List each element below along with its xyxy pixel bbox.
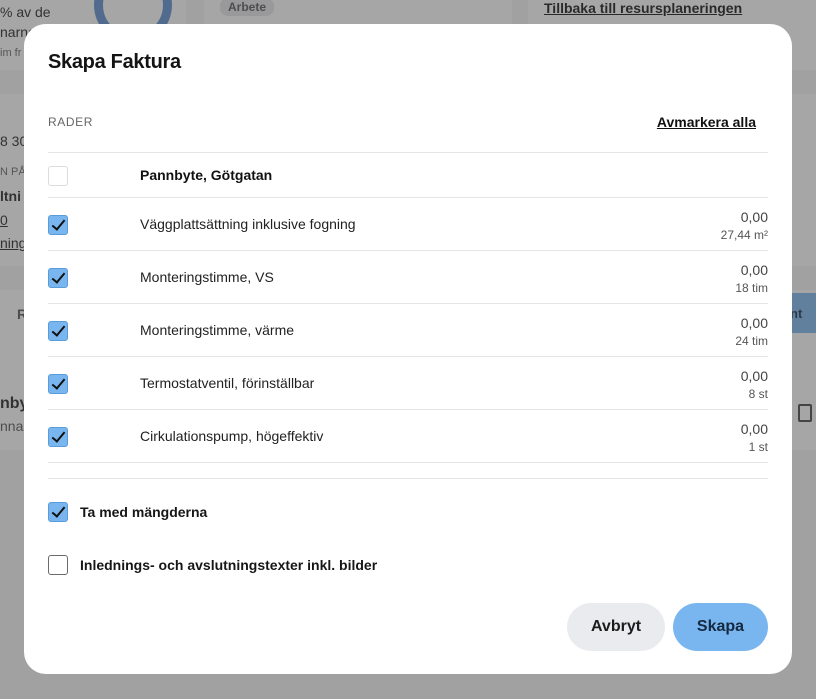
rows-section-label: RADER xyxy=(48,115,94,129)
row-label: Monteringstimme, VS xyxy=(140,269,274,285)
invoice-row[interactable]: Cirkulationspump, högeffektiv 0,00 1 st xyxy=(48,410,768,463)
dialog-title: Skapa Faktura xyxy=(48,51,181,73)
include-quantities-label: Ta med mängderna xyxy=(80,504,208,520)
invoice-row[interactable]: Väggplattsättning inklusive fogning 0,00… xyxy=(48,198,768,251)
row-quantity: 18 tim xyxy=(735,281,768,295)
invoice-row[interactable]: Termostatventil, förinställbar 0,00 8 st xyxy=(48,357,768,410)
row-amount: 0,00 xyxy=(740,368,768,384)
options-divider xyxy=(48,478,768,479)
cancel-button[interactable]: Avbryt xyxy=(567,603,665,651)
row-amount: 0,00 xyxy=(740,262,768,278)
group-row[interactable]: Pannbyte, Götgatan xyxy=(48,153,768,198)
intro-outro-texts-label: Inlednings- och avslutningstexter inkl. … xyxy=(80,557,378,573)
row-quantity: 8 st xyxy=(748,387,768,401)
row-quantity: 24 tim xyxy=(735,334,768,348)
row-checkbox[interactable] xyxy=(48,427,68,447)
invoice-row[interactable]: Monteringstimme, värme 0,00 24 tim xyxy=(48,304,768,357)
row-checkbox[interactable] xyxy=(48,374,68,394)
row-checkbox[interactable] xyxy=(48,215,68,235)
row-amount: 0,00 xyxy=(740,421,768,437)
group-checkbox[interactable] xyxy=(48,166,68,186)
row-label: Cirkulationspump, högeffektiv xyxy=(140,428,324,444)
include-quantities-checkbox[interactable] xyxy=(48,502,68,522)
row-checkbox[interactable] xyxy=(48,268,68,288)
group-label: Pannbyte, Götgatan xyxy=(140,167,273,183)
deselect-all-link[interactable]: Avmarkera alla xyxy=(657,114,756,130)
row-quantity: 1 st xyxy=(748,440,768,454)
create-button[interactable]: Skapa xyxy=(673,603,768,651)
intro-outro-texts-checkbox[interactable] xyxy=(48,555,68,575)
row-label: Termostatventil, förinställbar xyxy=(140,375,315,391)
row-amount: 0,00 xyxy=(740,209,768,225)
create-invoice-dialog: Skapa Faktura RADER Avmarkera alla Pannb… xyxy=(24,24,792,674)
row-label: Monteringstimme, värme xyxy=(140,322,295,338)
row-label: Väggplattsättning inklusive fogning xyxy=(140,216,356,232)
row-amount: 0,00 xyxy=(740,315,768,331)
invoice-rows-list: Pannbyte, Götgatan Väggplattsättning ink… xyxy=(48,152,768,463)
invoice-row[interactable]: Monteringstimme, VS 0,00 18 tim xyxy=(48,251,768,304)
row-checkbox[interactable] xyxy=(48,321,68,341)
row-quantity: 27,44 m² xyxy=(720,228,768,242)
